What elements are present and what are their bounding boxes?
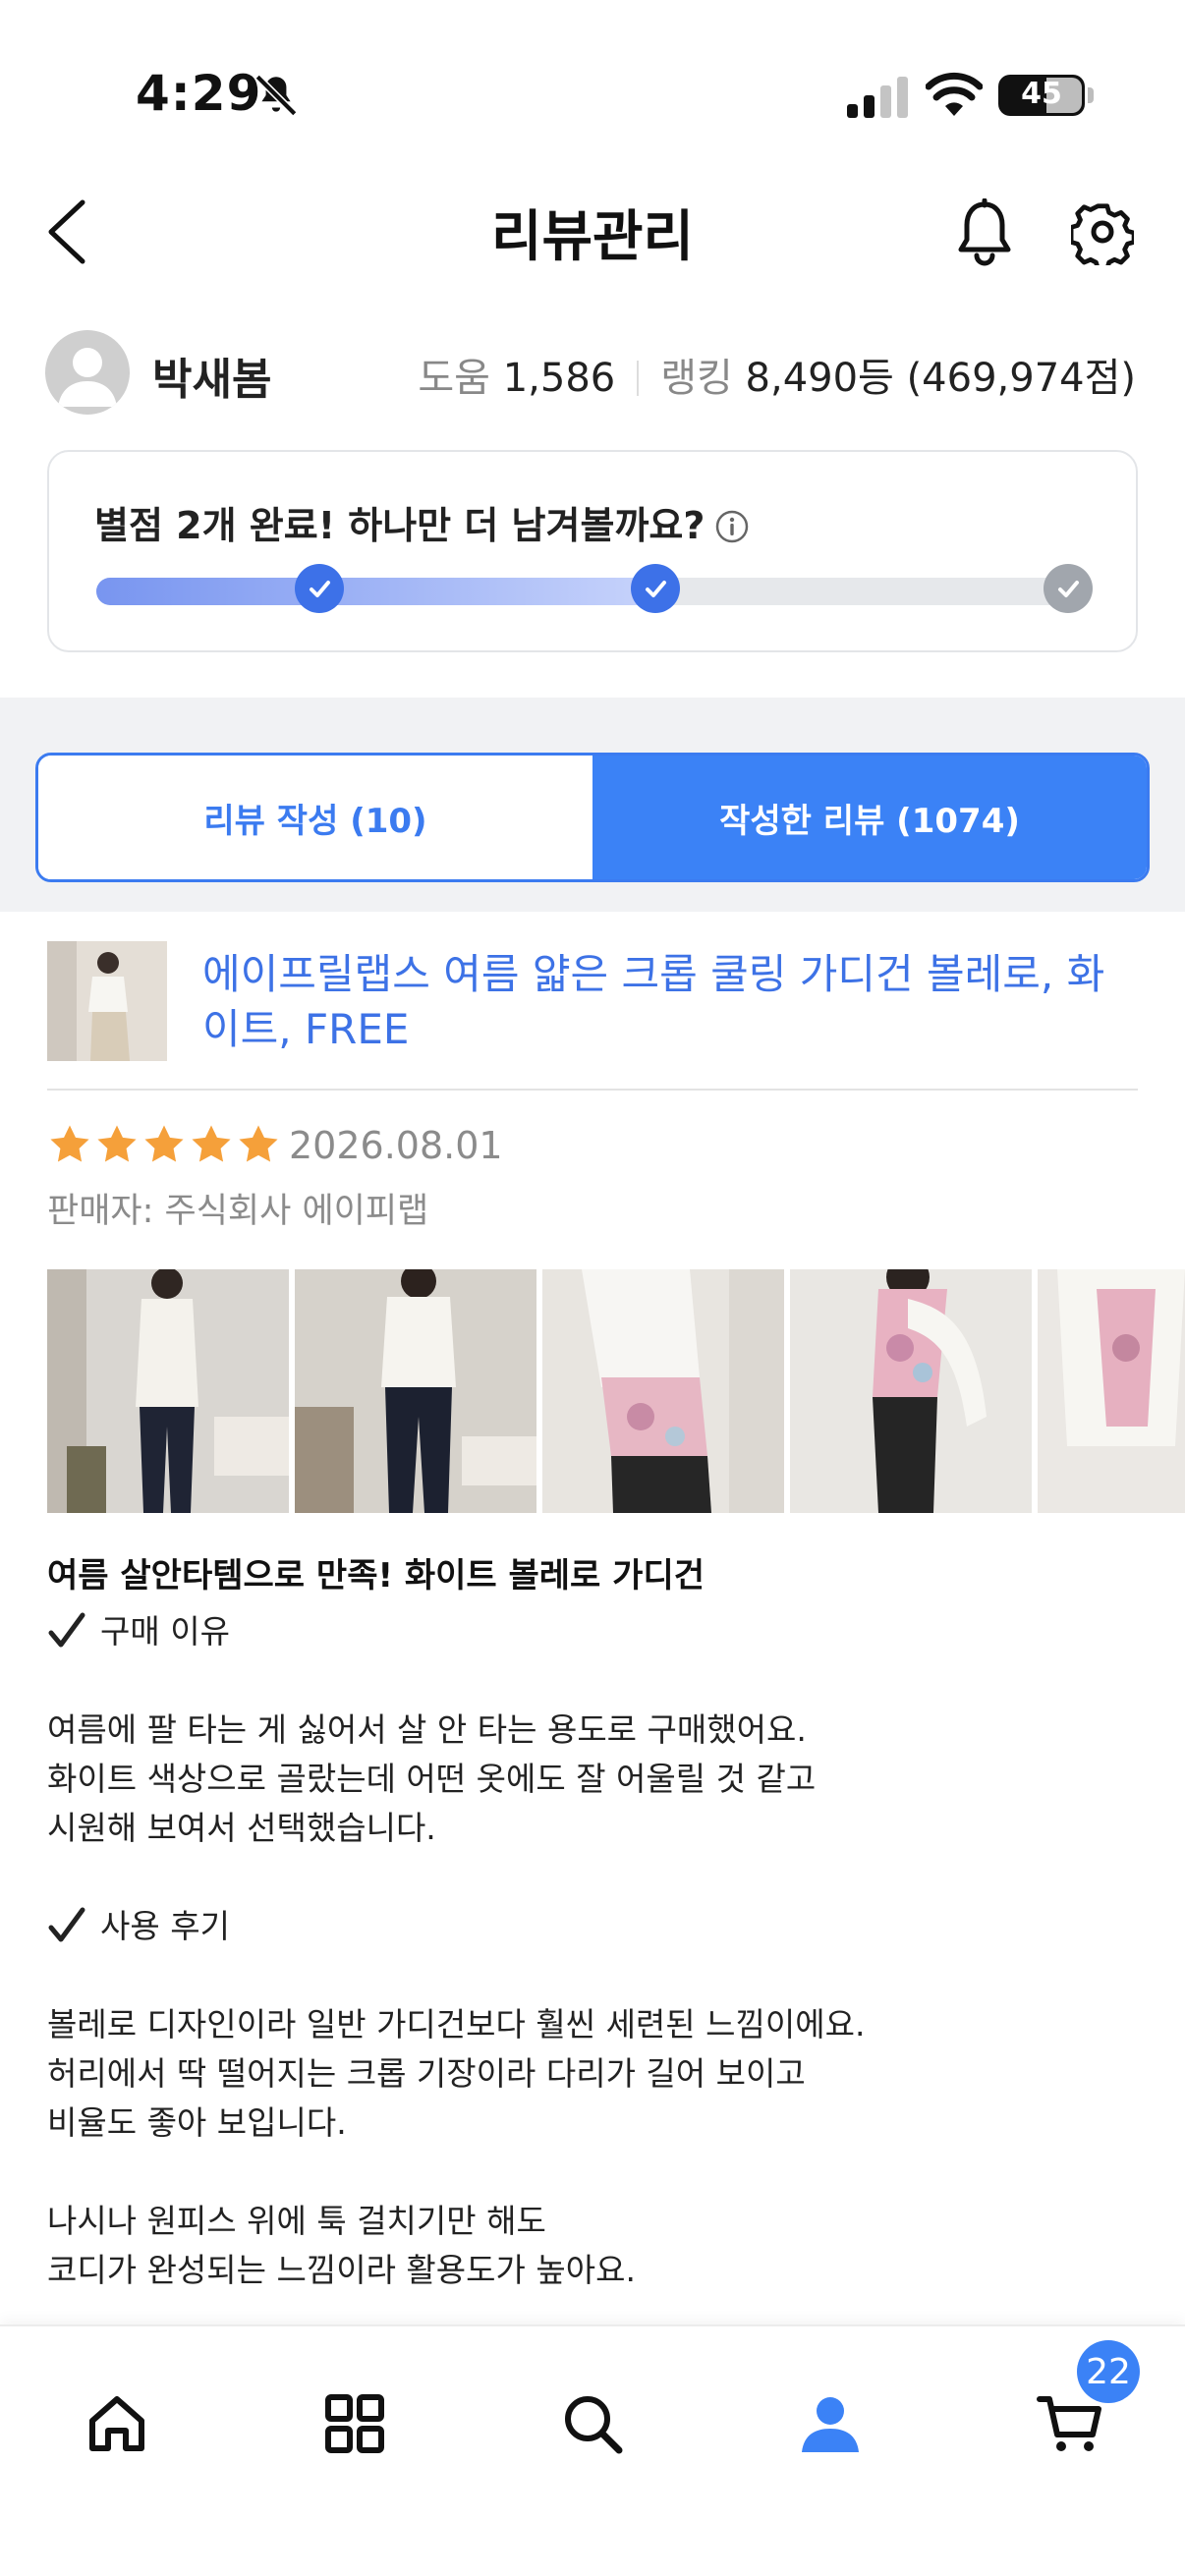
nav-category[interactable] [310,2380,399,2468]
progress-track [96,578,1089,605]
review-photo[interactable] [47,1269,289,1513]
my-page-icon [802,2397,859,2452]
bell-icon[interactable] [953,198,1016,267]
checkmark-icon [48,1907,85,1942]
star-icon [239,1125,278,1162]
category-grid-icon [325,2394,384,2453]
status-time: 4:29 [136,65,262,122]
review-line: 나시나 원피스 위에 툭 걸치기만 해도 [47,2202,546,2240]
user-stats: 도움 1,586 랭킹 8,490등 (469,974점) [418,346,1136,403]
rank-label: 랭킹 [660,356,733,401]
review-line: 화이트 색상으로 골랐는데 어떤 옷에도 잘 어울릴 것 같고 [47,1760,817,1798]
progress-message-text: 별점 2개 완료! 하나만 더 남겨볼까요? [94,504,705,547]
section-heading: 사용 후기 [47,1902,1128,1951]
review-tabs: 리뷰 작성 (10) 작성한 리뷰 (1074) [35,753,1150,882]
review-line: 코디가 완성되는 느낌이라 활용도가 높아요. [47,2251,636,2289]
tab-written-reviews[interactable]: 작성한 리뷰 (1074) [592,756,1147,879]
review-line: 여름에 팔 타는 게 싫어서 살 안 타는 용도로 구매했어요. [47,1710,807,1749]
review-photo[interactable] [542,1269,784,1513]
seller-name: 판매자: 주식회사 에이피랩 [47,1192,429,1231]
help-count: 1,586 [502,356,616,401]
star-icon [97,1125,137,1162]
progress-fill [96,578,655,605]
star-icon [50,1125,89,1162]
user-silhouette-icon [58,348,117,407]
divider [47,1089,1138,1091]
review-title: 여름 살안타템으로 만족! 화이트 볼레로 가디건 [47,1556,705,1596]
star-icon [144,1125,184,1162]
section-heading-text: 사용 후기 [100,1907,230,1945]
bell-mute-icon [254,74,298,117]
user-name: 박새봄 [152,355,272,405]
help-label: 도움 [418,356,490,401]
nav-my-page[interactable] [786,2380,875,2468]
cellular-signal-icon [847,77,908,118]
section-heading: 구매 이유 [47,1607,1128,1656]
review-body: 구매 이유 여름에 팔 타는 게 싫어서 살 안 타는 용도로 구매했어요. 화… [47,1607,1128,2295]
product-name-link[interactable]: 에이프릴랩스 여름 얇은 크롭 쿨링 가디건 볼레로, 화이트, FREE [202,947,1126,1057]
bottom-nav [0,2324,1185,2576]
review-photo[interactable] [295,1269,536,1513]
search-icon [565,2396,623,2454]
product-thumbnail[interactable] [47,941,167,1061]
home-icon [89,2396,144,2451]
progress-message: 별점 2개 완료! 하나만 더 남겨볼까요? [94,495,750,549]
back-icon[interactable] [39,196,94,267]
tab-write-review[interactable]: 리뷰 작성 (10) [38,756,592,879]
wifi-icon [926,72,983,116]
nav-search[interactable] [548,2380,637,2468]
avatar[interactable] [45,330,130,415]
nav-home[interactable] [73,2380,161,2468]
review-photos [47,1269,1185,1513]
star-rating [47,1122,281,1169]
review-line: 볼레로 디자인이라 일반 가디건보다 훨씬 세련된 느낌이에요. [47,2005,866,2044]
rating-progress-card: 별점 2개 완료! 하나만 더 남겨볼까요? [47,450,1138,652]
cart-badge: 22 [1077,2340,1140,2403]
gear-icon[interactable] [1071,198,1134,265]
review-line: 시원해 보여서 선택했습니다. [47,1809,436,1847]
battery-level: 45 [1021,77,1062,111]
status-bar: 4:29 45 [0,0,1185,187]
review-line: 비율도 좋아 보입니다. [47,2103,347,2142]
progress-step-check-icon [295,564,344,613]
review-photo[interactable] [790,1269,1032,1513]
progress-step-check-icon [1044,564,1093,613]
section-heading-text: 구매 이유 [100,1612,230,1651]
review-line: 허리에서 딱 떨어지는 크롭 기장이라 다리가 길어 보이고 [47,2054,806,2093]
battery-icon: 45 [998,75,1094,116]
stats-divider [637,361,640,396]
progress-step-check-icon [631,564,680,613]
star-icon [192,1125,231,1162]
info-icon[interactable] [714,509,750,544]
review-photo[interactable] [1038,1269,1185,1513]
review-date: 2026.08.01 [289,1124,503,1167]
rank-value: 8,490등 (469,974점) [745,356,1136,401]
checkmark-icon [48,1612,85,1648]
